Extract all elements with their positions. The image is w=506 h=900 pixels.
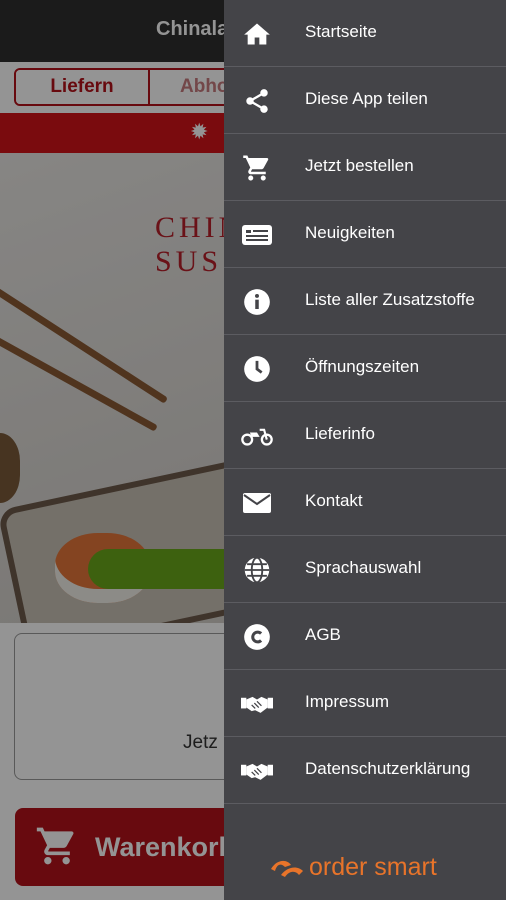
menu-label: Öffnungszeiten: [305, 357, 420, 376]
menu-label: Neuigkeiten: [305, 223, 395, 242]
menu-item-delivery-info[interactable]: Lieferinfo: [224, 402, 506, 469]
menu-label: Startseite: [305, 22, 377, 41]
menu-item-contact[interactable]: Kontakt: [224, 469, 506, 536]
clock-icon: [241, 354, 273, 384]
menu-label: Diese App teilen: [305, 89, 428, 108]
menu-item-home[interactable]: Startseite: [224, 0, 506, 67]
copyright-icon: [241, 622, 273, 652]
menu-label: Kontakt: [305, 491, 363, 510]
menu-item-imprint[interactable]: Impressum: [224, 670, 506, 737]
menu-item-terms[interactable]: AGB: [224, 603, 506, 670]
menu-label: Liste aller Zusatzstoffe: [305, 290, 475, 309]
brand-mark-icon: [271, 860, 303, 877]
menu-label: Sprachauswahl: [305, 558, 422, 577]
menu-item-share[interactable]: Diese App teilen: [224, 67, 506, 134]
menu-label: Impressum: [305, 692, 390, 711]
motorbike-icon: [241, 421, 273, 451]
cart-icon: [241, 153, 273, 183]
menu-label: Datenschutzerklärung: [305, 759, 471, 778]
menu-item-language[interactable]: Sprachauswahl: [224, 536, 506, 603]
order-smart-logo: order smart: [269, 852, 437, 882]
news-icon: [241, 220, 273, 250]
menu-item-additives[interactable]: Liste aller Zusatzstoffe: [224, 268, 506, 335]
handshake-icon: [241, 756, 273, 786]
menu-label: Jetzt bestellen: [305, 156, 414, 175]
globe-icon: [241, 555, 273, 585]
handshake-icon: [241, 689, 273, 719]
menu-label: AGB: [305, 625, 341, 644]
home-icon: [241, 19, 273, 49]
navigation-drawer: Startseite Diese App teilen Jetzt bestel…: [224, 0, 506, 900]
info-icon: [241, 287, 273, 317]
menu-item-privacy[interactable]: Datenschutzerklärung: [224, 737, 506, 804]
share-icon: [241, 86, 273, 116]
menu-item-news[interactable]: Neuigkeiten: [224, 201, 506, 268]
envelope-icon: [241, 488, 273, 518]
menu-label: Lieferinfo: [305, 424, 375, 443]
menu-item-opening-hours[interactable]: Öffnungszeiten: [224, 335, 506, 402]
brand-name: order smart: [309, 852, 437, 881]
menu-item-order[interactable]: Jetzt bestellen: [224, 134, 506, 201]
